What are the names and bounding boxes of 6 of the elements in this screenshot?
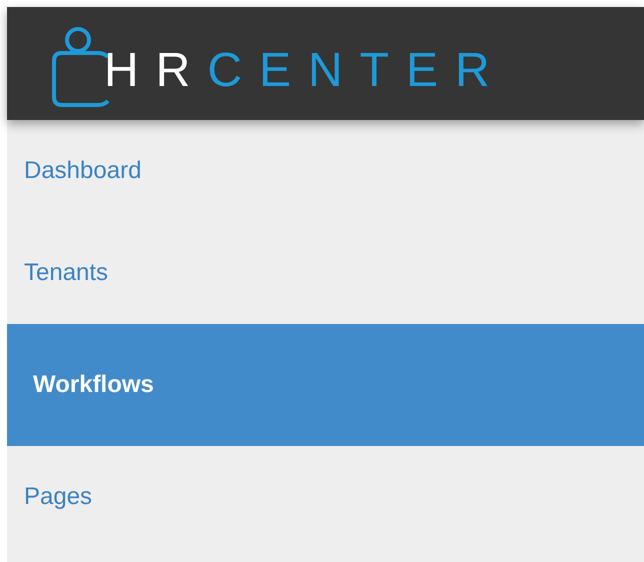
- nav-item[interactable]: Workflows: [7, 324, 644, 446]
- nav-item[interactable]: Pages: [7, 446, 644, 548]
- person-icon: [52, 26, 110, 106]
- logo-text: HR CENTER: [104, 46, 507, 94]
- nav-item[interactable]: Dashboard: [7, 120, 644, 222]
- nav-item[interactable]: Tenants: [7, 222, 644, 324]
